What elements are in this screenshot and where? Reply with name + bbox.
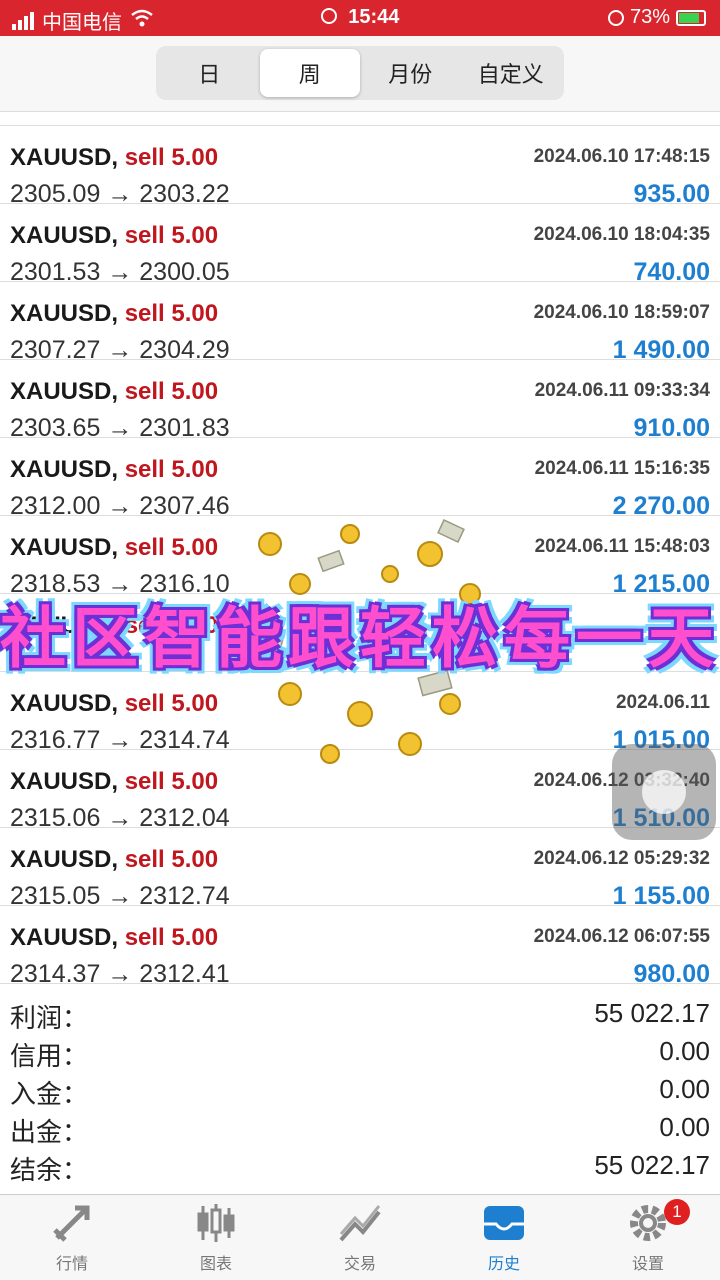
summary-label: 入金： bbox=[10, 1079, 89, 1109]
summary-label: 出金： bbox=[10, 1117, 89, 1147]
symbol-label: XAUUSD, bbox=[10, 300, 119, 327]
symbol-label: XAUUSD, bbox=[10, 534, 119, 561]
bottom-tab-bar: 行情 图表 交易 历史 设置 1 bbox=[0, 1194, 720, 1280]
trade-side: sell 5.00 bbox=[124, 378, 219, 405]
tab-settings[interactable]: 设置 1 bbox=[576, 1195, 720, 1280]
symbol-label: XAUUSD, bbox=[10, 924, 119, 951]
assistive-touch-button[interactable] bbox=[612, 744, 716, 840]
promo-banner: 社区智能跟轻松每一天 bbox=[0, 600, 720, 677]
symbol-label: XAUUSD, bbox=[10, 222, 119, 249]
tab-label: 交易 bbox=[343, 1256, 376, 1273]
summary-value: 0.00 bbox=[659, 1074, 710, 1104]
account-summary: 利润： 55 022.17 信用： 0.00 入金： 0.00 出金： 0.00 结余：… bbox=[0, 994, 720, 1185]
trade-symbol: XAUUSD, sell 5.00 bbox=[10, 690, 218, 718]
trade-side: sell 5.00 bbox=[124, 456, 219, 483]
summary-balance: 结余： 55 022.17 bbox=[0, 1146, 720, 1185]
summary-value: 55 022.17 bbox=[594, 1150, 710, 1180]
trade-time: 2024.06.11 bbox=[615, 692, 710, 713]
clock-label: 15:44 bbox=[348, 6, 400, 28]
trade-symbol: XAUUSD, sell 5.00 bbox=[10, 222, 218, 250]
trade-time: 2024.06.11 09:33:34 bbox=[534, 380, 710, 401]
notification-badge: 1 bbox=[664, 1199, 690, 1225]
tab-label: 历史 bbox=[487, 1256, 520, 1273]
trade-profit: 980.00 bbox=[633, 960, 710, 988]
summary-withdrawal: 出金： 0.00 bbox=[0, 1108, 720, 1147]
trade-side: sell 5.00 bbox=[124, 144, 219, 171]
trade-time: 2024.06.11 15:16:35 bbox=[534, 458, 710, 479]
trade-symbol: XAUUSD, sell 5.00 bbox=[10, 768, 218, 796]
trade-time: 2024.06.10 18:59:07 bbox=[533, 302, 710, 323]
trade-row[interactable]: XAUUSD, sell 5.00 2024.06.10 17:48:15 2305… bbox=[0, 126, 720, 208]
trade-row[interactable]: XAUUSD, sell 5.00 2024.06.12 05:29:32 2315… bbox=[0, 828, 720, 910]
tab-month[interactable]: 月份 bbox=[360, 49, 461, 97]
tab-quotes[interactable]: 行情 bbox=[0, 1195, 144, 1280]
summary-value: 55 022.17 bbox=[594, 998, 710, 1028]
tab-custom[interactable]: 自定义 bbox=[461, 49, 562, 97]
period-segmented-control: 日 周 月份 自定义 bbox=[156, 46, 564, 100]
trade-side: sell 5.00 bbox=[124, 222, 219, 249]
history-tray-icon bbox=[484, 1206, 524, 1240]
trade-time: 2024.06.10 17:48:15 bbox=[533, 146, 710, 167]
trade-prices: 2314.37 → 2312.41 bbox=[10, 960, 230, 988]
trade-symbol: XAUUSD, sell 5.00 bbox=[10, 378, 218, 406]
tab-history[interactable]: 历史 bbox=[432, 1195, 576, 1280]
battery-icon bbox=[676, 9, 706, 26]
trade-side: sell 5.00 bbox=[124, 300, 219, 327]
lock-icon bbox=[320, 8, 337, 24]
trade-symbol: XAUUSD, sell 5.00 bbox=[10, 924, 218, 952]
trade-symbol: XAUUSD, sell 5.00 bbox=[10, 300, 218, 328]
status-bar: 中国电信 15:44 73% bbox=[0, 0, 720, 36]
symbol-label: XAUUSD, bbox=[10, 456, 119, 483]
symbol-label: XAUUSD, bbox=[10, 378, 119, 405]
history-header: 日 周 月份 自定义 bbox=[0, 36, 720, 112]
trade-side: sell 5.00 bbox=[124, 846, 219, 873]
tab-label: 图表 bbox=[199, 1256, 232, 1273]
quotes-icon bbox=[53, 1205, 90, 1242]
partial-row bbox=[0, 112, 720, 126]
trade-time: 2024.06.10 18:04:35 bbox=[533, 224, 710, 245]
trade-symbol: XAUUSD, sell 5.00 bbox=[10, 534, 218, 562]
trade-side: sell 5.00 bbox=[124, 534, 219, 561]
tab-label: 行情 bbox=[55, 1256, 88, 1273]
summary-value: 0.00 bbox=[659, 1112, 710, 1142]
tab-charts[interactable]: 图表 bbox=[144, 1195, 288, 1280]
rotation-lock-icon bbox=[607, 9, 624, 26]
summary-deposit: 入金： 0.00 bbox=[0, 1070, 720, 1109]
summary-label: 结余： bbox=[10, 1155, 89, 1185]
trade-time: 2024.06.12 06:07:55 bbox=[533, 926, 710, 947]
trade-row[interactable]: XAUUSD, sell 5.00 2024.06.12 06:07:55 2314… bbox=[0, 906, 720, 988]
trade-side: sell 5.00 bbox=[124, 690, 219, 717]
summary-label: 信用： bbox=[10, 1041, 89, 1071]
summary-value: 0.00 bbox=[659, 1036, 710, 1066]
trade-icon bbox=[339, 1205, 381, 1242]
trade-time: 2024.06.12 05:29:32 bbox=[533, 848, 710, 869]
trade-symbol: XAUUSD, sell 5.00 bbox=[10, 456, 218, 484]
trade-side: sell 5.00 bbox=[124, 924, 219, 951]
tab-trade[interactable]: 交易 bbox=[288, 1195, 432, 1280]
trade-side: sell 5.00 bbox=[124, 768, 219, 795]
symbol-label: XAUUSD, bbox=[10, 768, 119, 795]
trade-row[interactable]: XAUUSD, sell 5.00 2024.06.10 18:04:35 2301… bbox=[0, 204, 720, 286]
summary-credit: 信用： 0.00 bbox=[0, 1032, 720, 1071]
trade-row[interactable]: XAUUSD, sell 5.00 2024.06.10 18:59:07 2307… bbox=[0, 282, 720, 364]
trade-time: 2024.06.11 15:48:03 bbox=[534, 536, 710, 557]
trade-row[interactable]: XAUUSD, sell 5.00 2024.06.11 09:33:34 2303… bbox=[0, 360, 720, 442]
trade-symbol: XAUUSD, sell 5.00 bbox=[10, 144, 218, 172]
symbol-label: XAUUSD, bbox=[10, 690, 119, 717]
tab-day[interactable]: 日 bbox=[159, 49, 260, 97]
battery-label: 73% bbox=[629, 6, 670, 28]
trade-row[interactable]: XAUUSD, sell 5.00 2024.06.11 15:16:35 2312… bbox=[0, 438, 720, 520]
symbol-label: XAUUSD, bbox=[10, 846, 119, 873]
symbol-label: XAUUSD, bbox=[10, 144, 119, 171]
summary-label: 利润： bbox=[10, 1003, 89, 1033]
chart-icon bbox=[197, 1204, 235, 1242]
tab-week[interactable]: 周 bbox=[259, 49, 360, 97]
trade-symbol: XAUUSD, sell 5.00 bbox=[10, 846, 218, 874]
summary-profit: 利润： 55 022.17 bbox=[0, 994, 720, 1033]
tab-label: 设置 bbox=[631, 1256, 664, 1273]
